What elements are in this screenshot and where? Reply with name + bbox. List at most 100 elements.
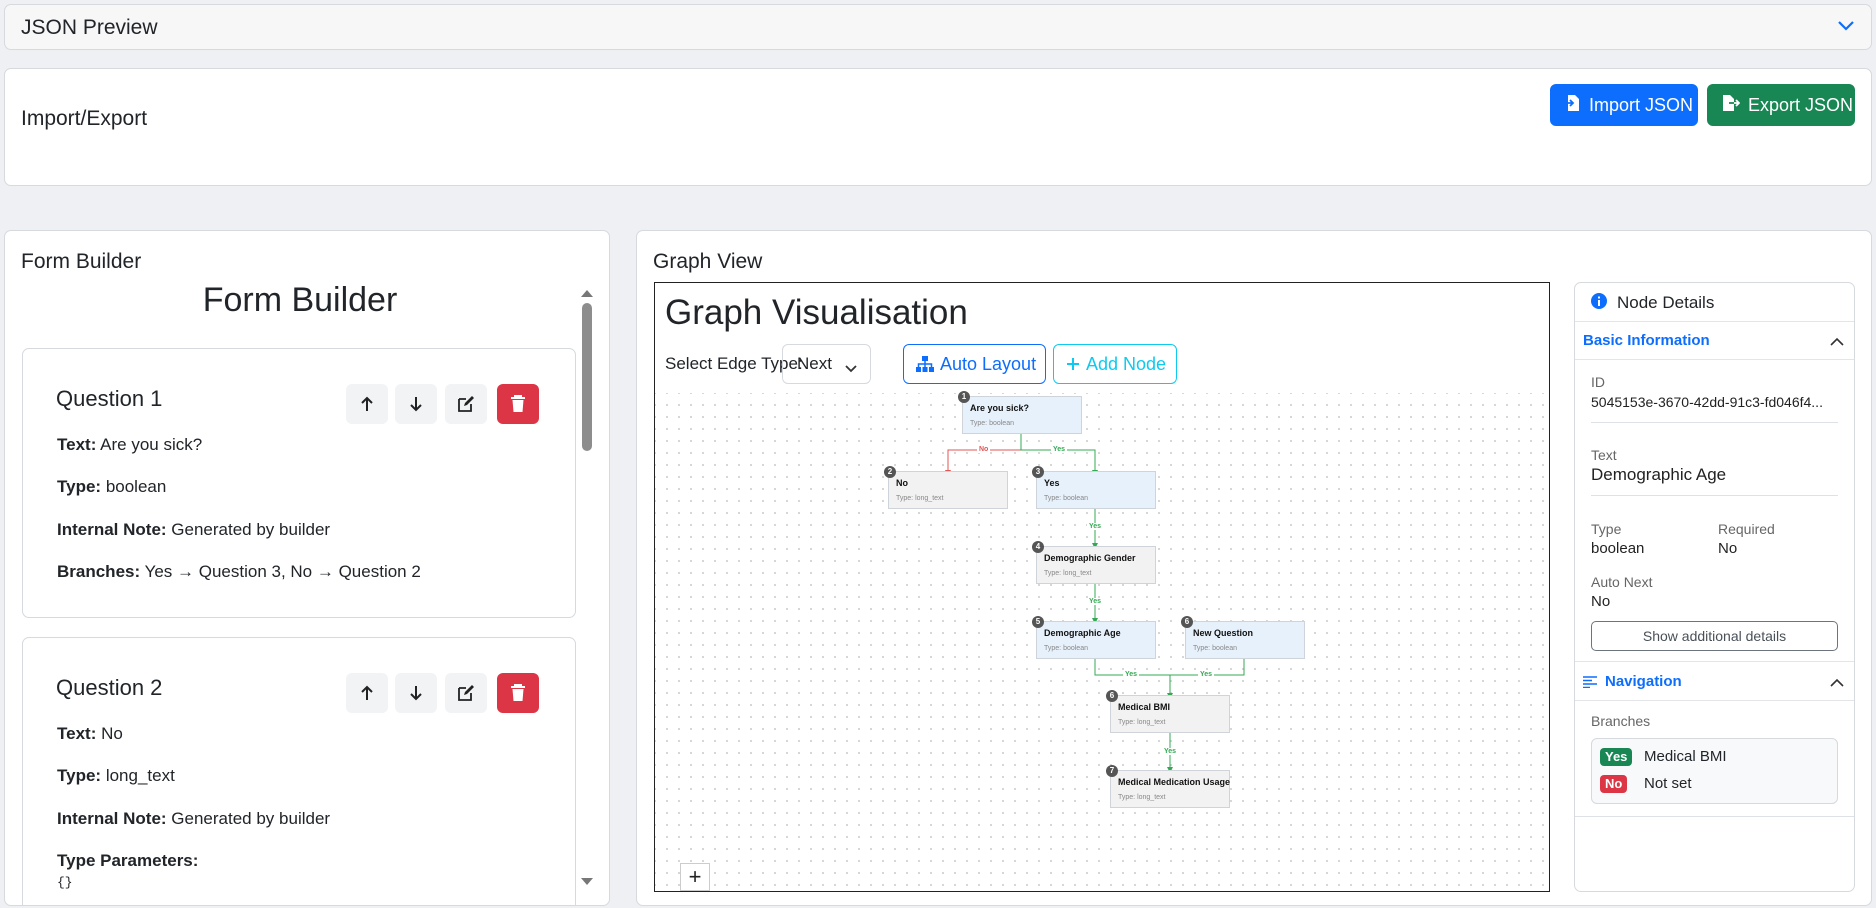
node-label: Yes — [1044, 478, 1060, 488]
add-node-label: Add Node — [1086, 353, 1167, 374]
edge-label-yes: Yes — [1051, 446, 1068, 453]
graph-node[interactable]: 6 New Question Type: boolean — [1181, 616, 1305, 659]
export-json-button[interactable]: Export JSON — [1707, 84, 1855, 126]
node-number: 6 — [1106, 690, 1118, 702]
chevron-up-icon — [1830, 333, 1844, 351]
scroll-down-icon[interactable] — [580, 874, 594, 892]
text-value: Demographic Age — [1591, 465, 1727, 484]
branch-yes-badge: Yes — [1600, 748, 1633, 766]
node-label: Demographic Gender — [1044, 553, 1136, 563]
branches-label: Branches — [1591, 713, 1651, 729]
graph-node[interactable]: 2 No Type: long_text — [884, 466, 1008, 509]
import-json-label: Import JSON — [1589, 94, 1694, 115]
import-export-title: Import/Export — [21, 107, 148, 130]
edge-no — [945, 434, 1022, 476]
move-down-button[interactable] — [395, 384, 437, 424]
graph-title: Graph Visualisation — [665, 293, 968, 332]
text-label: Text — [1591, 447, 1617, 463]
auto-next-value: No — [1591, 593, 1611, 610]
trash-icon — [511, 395, 525, 412]
node-type: Type: long_text — [1044, 570, 1092, 577]
scrollbar-thumb[interactable] — [582, 303, 592, 451]
graph-view-card: Graph View Graph Visualisation Select Ed… — [636, 230, 1872, 906]
type-label: Type — [1591, 521, 1622, 537]
branch-yes-value: Medical BMI — [1644, 748, 1727, 765]
branch-no-badge: No — [1600, 775, 1628, 793]
node-type: Type: boolean — [970, 420, 1014, 427]
edge-label-yes: Yes — [1198, 671, 1215, 678]
question-title: Question 1 — [56, 386, 163, 411]
node-type: Type: boolean — [1193, 645, 1237, 652]
delete-button[interactable] — [497, 673, 539, 713]
question-text: Text: No — [57, 724, 123, 743]
edge-yes — [1020, 434, 1098, 476]
graph-node[interactable]: 4 Demographic Gender Type: long_text — [1032, 541, 1156, 584]
graph-node[interactable]: 6 Medical BMI Type: long_text — [1106, 690, 1230, 733]
required-label: Required — [1718, 521, 1775, 537]
show-additional-details-button[interactable]: Show additional details — [1591, 621, 1838, 651]
chevron-up-icon — [1830, 674, 1844, 692]
auto-layout-label: Auto Layout — [940, 353, 1037, 374]
move-up-button[interactable] — [346, 673, 388, 713]
move-down-button[interactable] — [395, 673, 437, 713]
id-value: 5045153e-3670-42dd-91c3-fd046f4... — [1591, 394, 1823, 410]
node-label: Medical BMI — [1118, 702, 1171, 712]
file-export-icon — [1722, 94, 1741, 117]
type-value: boolean — [1591, 540, 1645, 557]
question-type: Type: boolean — [57, 477, 167, 496]
navigation-title: Navigation — [1605, 673, 1682, 690]
navigation-accordion[interactable]: Navigation — [1575, 661, 1854, 701]
move-up-button[interactable] — [346, 384, 388, 424]
sitemap-icon — [916, 356, 934, 372]
question-branches: Branches: Yes → Question 3, No → Questio… — [57, 562, 421, 581]
node-number: 5 — [1032, 616, 1044, 628]
zoom-in-button[interactable]: + — [680, 863, 710, 891]
edge-label-yes: Yes — [1087, 598, 1104, 605]
node-type: Type: long_text — [896, 495, 944, 502]
arrow-up-icon — [361, 685, 373, 700]
import-json-button[interactable]: Import JSON — [1550, 84, 1698, 126]
graph-canvas[interactable]: No Yes Yes Yes Yes Yes Yes 1 Are you sic… — [655, 391, 1549, 891]
edit-icon — [458, 685, 474, 701]
graph-node[interactable]: 3 Yes Type: boolean — [1032, 466, 1156, 509]
graph-node[interactable]: 5 Demographic Age Type: boolean — [1032, 616, 1156, 659]
add-node-button[interactable]: Add Node — [1053, 344, 1177, 384]
node-number: 7 — [1106, 765, 1118, 777]
node-number: 2 — [884, 466, 896, 478]
json-preview-accordion[interactable]: JSON Preview — [4, 4, 1872, 50]
question-note: Internal Note: Generated by builder — [57, 520, 331, 539]
divider — [1575, 816, 1854, 817]
node-label: New Question — [1193, 628, 1254, 638]
edge-label-no: No — [977, 446, 991, 453]
node-label: Medical Medication Usage — [1118, 777, 1231, 787]
question-title: Question 2 — [56, 675, 163, 700]
edit-button[interactable] — [445, 384, 487, 424]
delete-button[interactable] — [497, 384, 539, 424]
chevron-down-icon — [845, 358, 857, 378]
divider — [1591, 422, 1838, 423]
form-builder-header: Form Builder — [21, 250, 142, 273]
graph-node[interactable]: 1 Are you sick? Type: boolean — [958, 391, 1082, 434]
graph-node[interactable]: 7 Medical Medication Usage Type: long_te… — [1106, 765, 1231, 808]
json-preview-title: JSON Preview — [21, 16, 158, 39]
graph-frame: Graph Visualisation Select Edge Type: Ne… — [654, 282, 1550, 892]
trash-icon — [511, 684, 525, 701]
question-card: Question 1 Text: Are you sick? Type: boo… — [22, 348, 576, 618]
node-number: 3 — [1032, 466, 1044, 478]
graph-view-header: Graph View — [653, 250, 763, 273]
auto-layout-button[interactable]: Auto Layout — [903, 344, 1046, 384]
edit-button[interactable] — [445, 673, 487, 713]
branch-no-value: Not set — [1644, 775, 1692, 792]
edge-type-select[interactable]: Next — [782, 344, 871, 384]
scroll-up-icon[interactable] — [580, 285, 594, 303]
chevron-down-icon[interactable] — [1837, 19, 1855, 37]
edit-icon — [458, 396, 474, 412]
node-type: Type: boolean — [1044, 495, 1088, 502]
node-details-header: Node Details — [1575, 283, 1854, 322]
question-note: Internal Note: Generated by builder — [57, 809, 331, 828]
question-params: Type Parameters: — [57, 851, 199, 870]
node-type: Type: long_text — [1118, 719, 1166, 726]
basic-info-accordion[interactable]: Basic Information — [1575, 321, 1854, 360]
required-value: No — [1718, 540, 1738, 557]
form-builder-card: Form Builder Form Builder Question 1 Tex… — [4, 230, 610, 906]
